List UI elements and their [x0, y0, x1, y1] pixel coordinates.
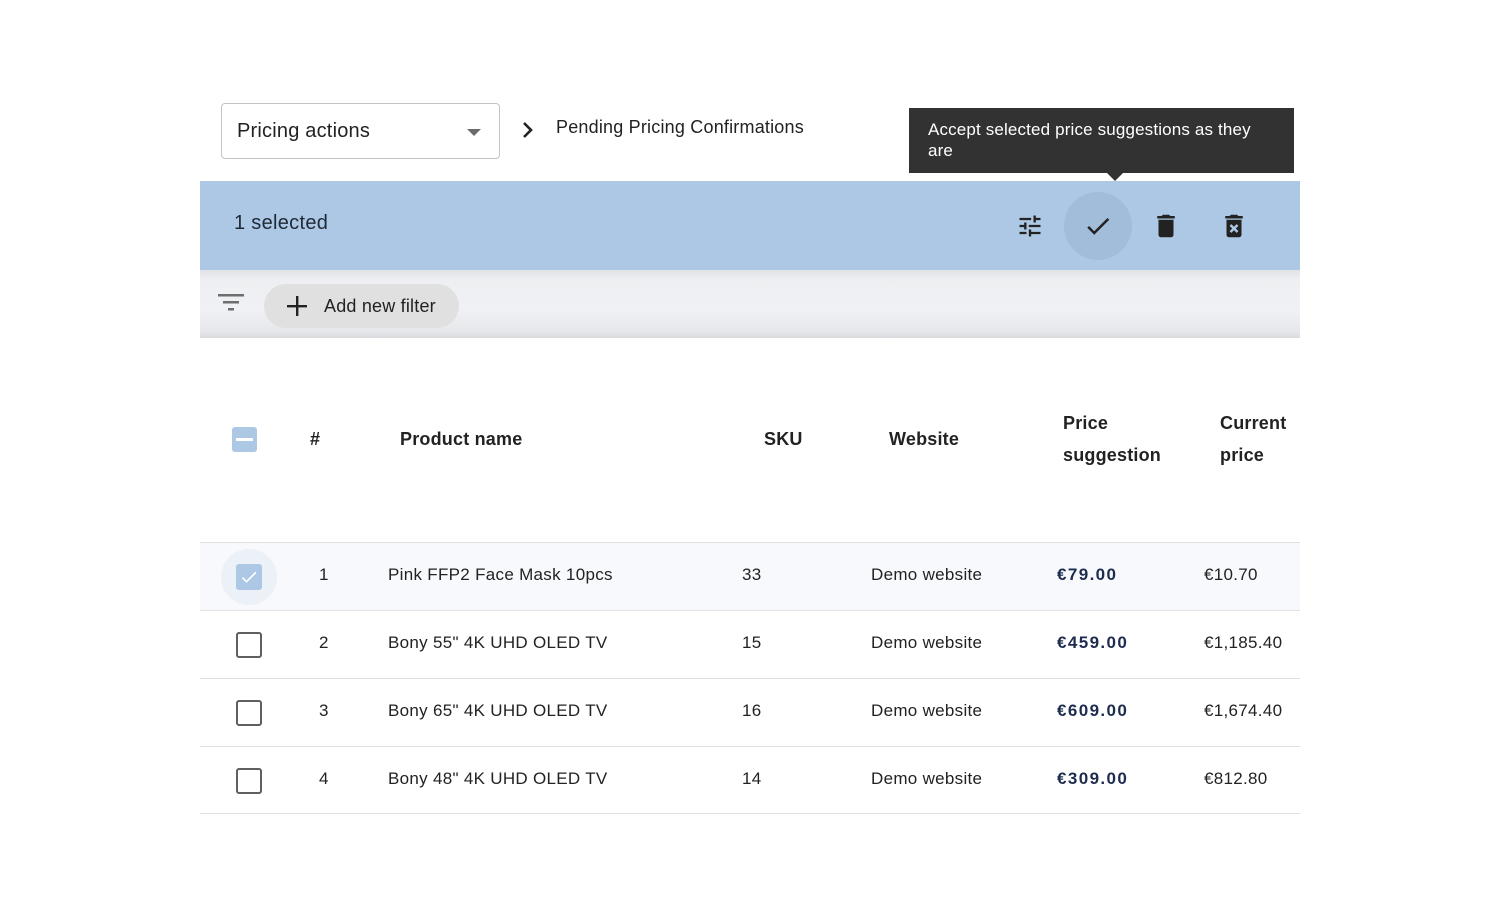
row-product-name: Pink FFP2 Face Mask 10pcs [388, 565, 613, 584]
page: Pricing actions Pending Pricing Confirma… [200, 0, 1300, 900]
add-filter-button[interactable]: Add new filter [264, 284, 459, 328]
row-checkbox[interactable] [221, 549, 277, 605]
col-price-suggestion-line2: suggestion [1063, 445, 1162, 465]
delete-forever-button[interactable] [1200, 192, 1268, 260]
adjust-prices-button[interactable] [996, 192, 1064, 260]
delete-button[interactable] [1132, 192, 1200, 260]
select-all-checkbox[interactable] [232, 427, 257, 452]
checkbox-unchecked [236, 768, 262, 794]
checkbox-unchecked [236, 700, 262, 726]
selected-count: 1 selected [234, 212, 329, 234]
chevron-right-icon [523, 122, 533, 138]
row-checkbox[interactable] [221, 753, 277, 809]
col-current-price-line2: price [1220, 445, 1265, 465]
row-index: 1 [319, 565, 329, 584]
trash-x-icon [1225, 214, 1243, 238]
add-filter-label: Add new filter [324, 295, 436, 316]
pricing-actions-dropdown[interactable]: Pricing actions [221, 103, 500, 159]
row-product-name: Bony 48" 4K UHD OLED TV [388, 769, 608, 788]
row-product-name: Bony 55" 4K UHD OLED TV [388, 633, 608, 652]
selection-toolbar: 1 selected [200, 181, 1300, 270]
col-website[interactable]: Website [889, 423, 959, 455]
col-price-suggestion[interactable]: Price suggestion [1063, 407, 1161, 471]
row-product-name: Bony 65" 4K UHD OLED TV [388, 701, 608, 720]
row-checkbox[interactable] [221, 617, 277, 673]
table-row[interactable]: 3 Bony 65" 4K UHD OLED TV 16 Demo websit… [200, 678, 1300, 746]
row-website: Demo website [871, 633, 983, 652]
checkbox-unchecked [236, 632, 262, 658]
row-sku: 14 [742, 769, 762, 788]
col-current-price[interactable]: Current price [1220, 407, 1286, 471]
row-checkbox[interactable] [221, 685, 277, 741]
caret-down-icon [467, 129, 481, 136]
table-row[interactable]: 2 Bony 55" 4K UHD OLED TV 15 Demo websit… [200, 610, 1300, 678]
row-index: 2 [319, 633, 329, 652]
accept-suggestions-button[interactable] [1064, 192, 1132, 260]
filter-bar: Add new filter [200, 270, 1300, 338]
row-current-price: €1,185.40 [1204, 633, 1283, 652]
row-sku: 16 [742, 701, 762, 720]
plus-icon [287, 296, 307, 316]
filter-list-icon[interactable] [217, 292, 245, 316]
dropdown-value: Pricing actions [237, 119, 371, 142]
checkbox-checked [236, 564, 262, 590]
row-sku: 33 [742, 565, 762, 584]
check-icon [241, 571, 257, 583]
row-price-suggestion: €79.00 [1057, 565, 1118, 584]
row-price-suggestion: €609.00 [1057, 701, 1129, 720]
row-current-price: €1,674.40 [1204, 701, 1283, 720]
row-index: 3 [319, 701, 329, 720]
col-sku[interactable]: SKU [764, 423, 803, 455]
row-price-suggestion: €459.00 [1057, 633, 1129, 652]
row-current-price: €10.70 [1204, 565, 1258, 584]
row-website: Demo website [871, 701, 983, 720]
row-sku: 15 [742, 633, 762, 652]
col-index: # [310, 429, 321, 449]
accept-tooltip: Accept selected price suggestions as the… [909, 108, 1294, 181]
tune-sliders-icon [1019, 215, 1041, 237]
col-price-suggestion-line1: Price [1063, 413, 1109, 433]
col-current-price-line1: Current [1220, 413, 1287, 433]
table-row[interactable]: 4 Bony 48" 4K UHD OLED TV 14 Demo websit… [200, 746, 1300, 814]
breadcrumb-current: Pending Pricing Confirmations [556, 117, 804, 137]
table-header: # Product name SKU Website Price suggest… [200, 380, 1300, 542]
row-website: Demo website [871, 769, 983, 788]
trash-icon [1157, 214, 1175, 238]
row-website: Demo website [871, 565, 983, 584]
col-product-name[interactable]: Product name [400, 423, 522, 455]
row-current-price: €812.80 [1204, 769, 1268, 788]
row-index: 4 [319, 769, 329, 788]
check-icon [1087, 217, 1110, 235]
row-price-suggestion: €309.00 [1057, 769, 1129, 788]
table-row[interactable]: 1 Pink FFP2 Face Mask 10pcs 33 Demo webs… [200, 542, 1300, 610]
